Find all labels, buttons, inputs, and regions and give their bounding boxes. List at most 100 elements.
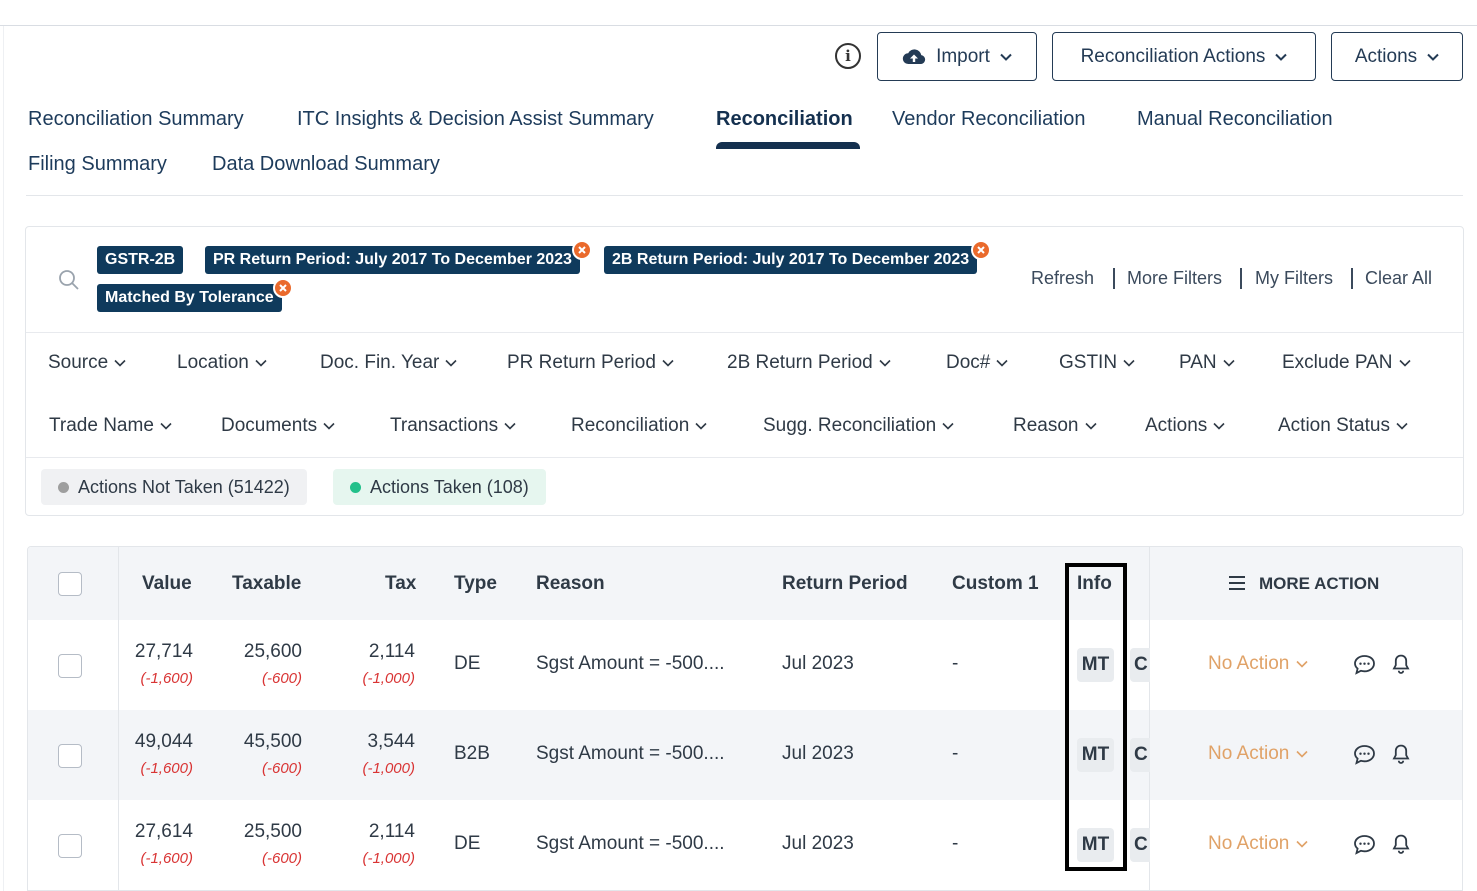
dropdown-label: Doc. Fin. Year: [320, 352, 440, 373]
filter-exclude-pan-dropdown[interactable]: Exclude PAN: [1282, 352, 1411, 374]
dropdown-label: Actions: [1145, 415, 1208, 436]
chevron-down-icon: [996, 359, 1008, 367]
tab-data-download-summary[interactable]: Data Download Summary: [212, 153, 440, 176]
dropdown-label: Sugg. Reconciliation: [763, 415, 937, 436]
custom1-cell: -: [952, 833, 959, 854]
chevron-down-icon: [323, 422, 335, 430]
column-header-reason[interactable]: Reason: [536, 573, 605, 595]
more-filters-link[interactable]: More Filters: [1127, 268, 1222, 289]
actions-button[interactable]: Actions: [1331, 32, 1463, 81]
chevron-down-icon: [1296, 750, 1308, 758]
row-checkbox[interactable]: [58, 744, 82, 768]
type-cell: DE: [454, 833, 481, 854]
value-diff: (-1,600): [140, 850, 193, 867]
column-header-type[interactable]: Type: [454, 573, 497, 595]
menu-icon[interactable]: [1228, 575, 1246, 591]
tab-manual-reconciliation[interactable]: Manual Reconciliation: [1137, 108, 1333, 131]
custom1-cell: -: [952, 653, 959, 674]
dropdown-label: Doc#: [946, 352, 991, 373]
value-cell: 27,714: [134, 641, 193, 662]
import-button[interactable]: Import: [877, 32, 1037, 81]
column-header-tax[interactable]: Tax: [385, 573, 416, 595]
filter-divider: [26, 457, 1463, 458]
dropdown-label: Reconciliation: [571, 415, 690, 436]
search-icon[interactable]: [57, 268, 81, 292]
chevron-down-icon: [1296, 660, 1308, 668]
bell-icon[interactable]: [1391, 833, 1411, 855]
column-header-value[interactable]: Value: [142, 573, 192, 595]
filter-action-status-dropdown[interactable]: Action Status: [1278, 415, 1408, 437]
info-badge-c[interactable]: C: [1130, 828, 1150, 862]
filter-2b-return-period-dropdown[interactable]: 2B Return Period: [727, 352, 891, 374]
action-dropdown[interactable]: No Action: [1208, 653, 1308, 675]
filter-source-dropdown[interactable]: Source: [48, 352, 126, 374]
remove-chip-icon[interactable]: [273, 278, 293, 298]
actions-not-taken-pill[interactable]: Actions Not Taken (51422): [41, 469, 307, 505]
action-dropdown[interactable]: No Action: [1208, 833, 1308, 855]
reason-cell[interactable]: Sgst Amount = -500....: [536, 653, 725, 675]
filter-actions-dropdown[interactable]: Actions: [1145, 415, 1225, 437]
info-icon[interactable]: i: [835, 43, 861, 69]
filter-chip-matched-by-tolerance[interactable]: Matched By Tolerance: [97, 284, 282, 312]
filter-trade-name-dropdown[interactable]: Trade Name: [49, 415, 172, 437]
filter-chip-gstr2b[interactable]: GSTR-2B: [97, 246, 184, 274]
chevron-down-icon: [445, 359, 457, 367]
comment-icon[interactable]: [1353, 834, 1376, 855]
select-all-checkbox[interactable]: [58, 572, 82, 596]
bell-icon[interactable]: [1391, 653, 1411, 675]
bell-icon[interactable]: [1391, 743, 1411, 765]
taxable-diff: (-600): [261, 760, 302, 777]
reconciliation-actions-button[interactable]: Reconciliation Actions: [1052, 32, 1316, 81]
filter-pan-dropdown[interactable]: PAN: [1179, 352, 1235, 374]
remove-chip-icon[interactable]: [572, 240, 592, 260]
comment-icon[interactable]: [1353, 744, 1376, 765]
taxable-cell: 25,500: [243, 821, 302, 842]
filter-transactions-dropdown[interactable]: Transactions: [390, 415, 516, 437]
my-filters-link[interactable]: My Filters: [1255, 268, 1333, 289]
reason-cell[interactable]: Sgst Amount = -500....: [536, 743, 725, 765]
filter-location-dropdown[interactable]: Location: [177, 352, 267, 374]
clear-all-link[interactable]: Clear All: [1365, 268, 1432, 289]
filter-doc-number-dropdown[interactable]: Doc#: [946, 352, 1008, 374]
action-label: No Action: [1208, 833, 1290, 854]
tab-filing-summary[interactable]: Filing Summary: [28, 153, 167, 176]
filter-sugg-reconciliation-dropdown[interactable]: Sugg. Reconciliation: [763, 415, 954, 437]
chevron-down-icon: [1000, 53, 1012, 61]
filter-doc-fin-year-dropdown[interactable]: Doc. Fin. Year: [320, 352, 457, 374]
actions-taken-pill[interactable]: Actions Taken (108): [333, 469, 546, 505]
column-header-custom1[interactable]: Custom 1: [952, 573, 1039, 595]
more-action-header[interactable]: MORE ACTION: [1259, 574, 1379, 594]
column-divider: [118, 547, 119, 890]
filter-chip-2b-return-period[interactable]: 2B Return Period: July 2017 To December …: [604, 246, 978, 274]
filter-pr-return-period-dropdown[interactable]: PR Return Period: [507, 352, 674, 374]
dropdown-label: Reason: [1013, 415, 1079, 436]
action-dropdown[interactable]: No Action: [1208, 743, 1308, 765]
filter-reason-dropdown[interactable]: Reason: [1013, 415, 1097, 437]
type-cell: DE: [454, 653, 481, 674]
value-cell: 27,614: [134, 821, 193, 842]
info-badge-c[interactable]: C: [1130, 648, 1150, 682]
comment-icon[interactable]: [1353, 654, 1376, 675]
tab-vendor-reconciliation[interactable]: Vendor Reconciliation: [892, 108, 1085, 131]
filter-documents-dropdown[interactable]: Documents: [221, 415, 335, 437]
info-badge-c[interactable]: C: [1130, 738, 1150, 772]
dropdown-label: PAN: [1179, 352, 1217, 373]
reason-cell[interactable]: Sgst Amount = -500....: [536, 833, 725, 855]
filter-chip-pr-return-period[interactable]: PR Return Period: July 2017 To December …: [205, 246, 580, 274]
column-header-return-period[interactable]: Return Period: [782, 573, 908, 595]
filter-reconciliation-dropdown[interactable]: Reconciliation: [571, 415, 707, 437]
column-header-taxable[interactable]: Taxable: [232, 573, 301, 595]
tab-itc-insights[interactable]: ITC Insights & Decision Assist Summary: [297, 108, 654, 131]
row-checkbox[interactable]: [58, 654, 82, 678]
remove-chip-icon[interactable]: [971, 240, 991, 260]
chevron-down-icon: [695, 422, 707, 430]
tax-diff: (-1,000): [362, 850, 415, 867]
tab-reconciliation-summary[interactable]: Reconciliation Summary: [28, 108, 244, 131]
filter-gstin-dropdown[interactable]: GSTIN: [1059, 352, 1135, 374]
pill-label: Actions Taken (108): [370, 476, 529, 497]
tab-reconciliation[interactable]: Reconciliation: [716, 108, 853, 131]
row-checkbox[interactable]: [58, 834, 82, 858]
link-divider: [1113, 268, 1115, 289]
active-tab-indicator: [716, 142, 860, 149]
refresh-link[interactable]: Refresh: [1031, 268, 1094, 289]
